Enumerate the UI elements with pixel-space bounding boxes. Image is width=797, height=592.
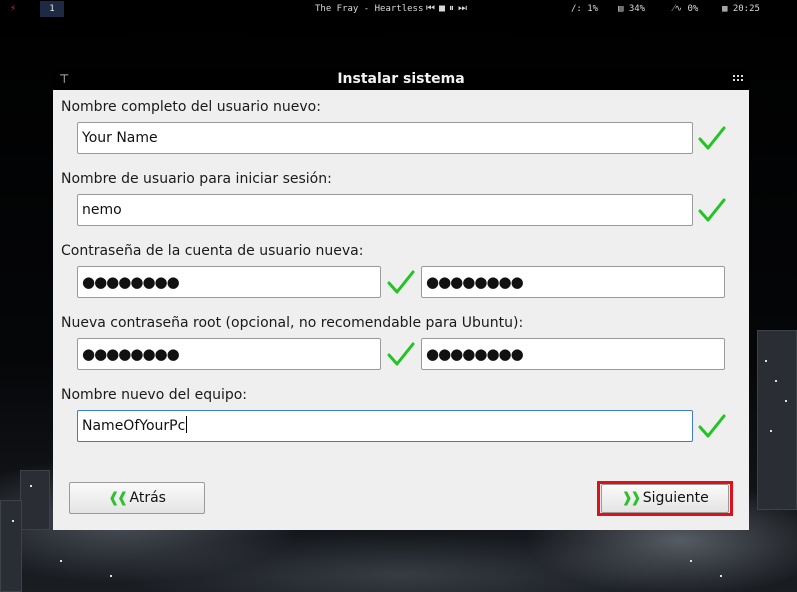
clock-icon: ▦	[722, 4, 728, 14]
check-icon	[387, 270, 415, 294]
hostname-label: Nombre nuevo del equipo:	[61, 387, 248, 403]
check-icon	[698, 198, 726, 222]
root-password-label: Nueva contraseña root (opcional, no reco…	[61, 315, 524, 331]
window-title: Instalar sistema	[337, 71, 465, 87]
password-confirm-input[interactable]: ●●●●●●●●	[421, 266, 725, 298]
power-icon: ⚡	[10, 3, 17, 14]
password-label: Contraseña de la cuenta de usuario nueva…	[61, 243, 364, 259]
status-bar: ⚡ 1 The Fray - Heartless ⏮■⏸⏭ /: 1% ▤ 34…	[0, 0, 797, 18]
text-caret	[186, 416, 188, 433]
disk-usage: /: 1%	[571, 4, 599, 14]
clock-value: 20:25	[732, 4, 760, 14]
cpu-usage: ⁄∿ 0%	[673, 3, 698, 15]
media-controls[interactable]: ⏮■⏸⏭	[426, 3, 471, 15]
root-password-confirm-input[interactable]: ●●●●●●●●	[421, 338, 725, 370]
full-name-input[interactable]: Your Name	[77, 122, 693, 154]
window-titlebar[interactable]: ⊤ Instalar sistema	[53, 70, 749, 90]
memory-value: 34%	[628, 4, 646, 14]
password-input[interactable]: ●●●●●●●●	[77, 266, 381, 298]
workspace-tag[interactable]: 1	[40, 1, 64, 17]
memory-usage: ▤ 34%	[618, 3, 645, 15]
installer-window: ⊤ Instalar sistema Nombre completo del u…	[53, 70, 749, 530]
next-button[interactable]: ❱❱ Siguiente	[601, 484, 729, 513]
back-button[interactable]: ❰❰ Atrás	[69, 482, 205, 514]
username-input[interactable]: nemo	[77, 194, 693, 226]
hostname-value: NameOfYourPc	[82, 418, 186, 434]
next-arrows-icon: ❱❱	[621, 490, 642, 506]
now-playing: The Fray - Heartless	[315, 4, 424, 14]
form-panel: Nombre completo del usuario nuevo: Your …	[53, 90, 749, 530]
memory-icon: ▤	[618, 4, 624, 14]
next-button-label: Siguiente	[642, 490, 709, 506]
cpu-value: 0%	[687, 4, 699, 14]
back-arrows-icon: ❰❰	[108, 490, 129, 506]
clock: ▦ 20:25	[722, 3, 760, 15]
pulse-icon: ⁄∿	[673, 4, 683, 14]
username-label: Nombre de usuario para iniciar sesión:	[61, 171, 332, 187]
back-button-label: Atrás	[129, 490, 166, 506]
root-password-input[interactable]: ●●●●●●●●	[77, 338, 381, 370]
full-name-label: Nombre completo del usuario nuevo:	[61, 99, 321, 115]
check-icon	[698, 126, 726, 150]
check-icon	[387, 342, 415, 366]
menu-grip-icon[interactable]	[733, 73, 743, 85]
hostname-input[interactable]: NameOfYourPc	[77, 410, 693, 442]
check-icon	[698, 414, 726, 438]
